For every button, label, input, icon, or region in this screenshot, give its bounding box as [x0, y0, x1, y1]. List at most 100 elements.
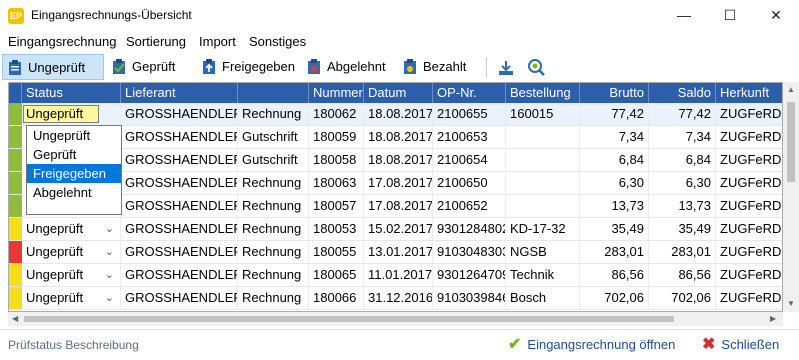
table-row[interactable]: Ungeprüft ⌄ GROSSHAENDLER Rechnung 180055 13.…	[9, 241, 782, 264]
dropdown-option-ungeprueft[interactable]: Ungeprüft	[27, 126, 121, 145]
header-bestellung[interactable]: Bestellung	[506, 83, 580, 103]
cell-brutto: 86,56	[580, 264, 649, 286]
status-description: Prüfstatus Beschreibung	[8, 338, 139, 352]
header-lieferant[interactable]: Lieferant	[121, 83, 238, 103]
header-herkunft[interactable]: Herkunft	[716, 83, 782, 103]
header-nummer[interactable]: Nummer	[309, 83, 364, 103]
table-row[interactable]: Ungeprüft ⌄ GROSSHAENDLER Rechnung 180066 31.…	[9, 287, 782, 310]
toolbar-freigegeben-label: Freigegeben	[222, 59, 295, 74]
table-row[interactable]: Ungeprüft GROSSHAENDLER Rechnung 180062 18.0…	[9, 103, 782, 126]
cell-saldo: 13,73	[649, 195, 716, 217]
dropdown-option-geprueft[interactable]: Geprüft	[27, 145, 121, 164]
scroll-left-arrow-icon[interactable]: ◀	[12, 314, 18, 323]
scroll-down-arrow-icon[interactable]: ▼	[787, 299, 795, 308]
cell-op: 2100653	[433, 126, 506, 148]
table-row[interactable]: GROSSHAENDLER Gutschrift 180059 18.08.2017 2…	[9, 126, 782, 149]
cell-op: 9103048303	[433, 241, 506, 263]
chevron-down-icon[interactable]: ⌄	[105, 218, 114, 240]
open-invoice-button[interactable]: ✔ Eingangsrechnung öffnen	[508, 335, 675, 355]
window-title: Eingangsrechnungs-Übersicht	[31, 8, 192, 22]
menu-sonstiges[interactable]: Sonstiges	[249, 34, 306, 49]
cell-brutto: 6,84	[580, 149, 649, 171]
table-row[interactable]: GROSSHAENDLER Rechnung 180057 17.08.2017 210…	[9, 195, 782, 218]
cell-bestellung	[506, 149, 580, 171]
cell-saldo: 7,34	[649, 126, 716, 148]
cell-brutto: 13,73	[580, 195, 649, 217]
menu-import[interactable]: Import	[199, 34, 236, 49]
horizontal-scrollbar[interactable]: ◀ ▶	[8, 312, 783, 326]
dropdown-option-freigegeben[interactable]: Freigegeben	[27, 164, 121, 183]
cell-art: Rechnung	[238, 287, 309, 309]
clipboard-icon	[9, 60, 21, 75]
table-row[interactable]: GROSSHAENDLER Rechnung 180063 17.08.2017 210…	[9, 172, 782, 195]
cell-bestellung: Bosch	[506, 287, 580, 309]
menu-sortierung[interactable]: Sortierung	[126, 34, 186, 49]
header-status[interactable]: Status	[22, 83, 121, 103]
cell-herkunft: ZUGFeRD	[716, 195, 782, 217]
cell-herkunft: ZUGFeRD	[716, 172, 782, 194]
chevron-down-icon[interactable]: ⌄	[105, 264, 114, 286]
close-button[interactable]: ✖ Schließen	[702, 335, 779, 355]
chevron-down-icon[interactable]: ⌄	[105, 287, 114, 309]
cell-status[interactable]: Ungeprüft ⌄	[22, 218, 121, 240]
scroll-up-arrow-icon[interactable]: ▲	[787, 85, 795, 94]
status-flag	[9, 195, 22, 217]
close-window-button[interactable]: ✕	[753, 0, 799, 31]
cell-brutto: 35,49	[580, 218, 649, 240]
scroll-right-arrow-icon[interactable]: ▶	[770, 314, 776, 323]
header-art[interactable]	[238, 83, 309, 103]
cell-bestellung	[506, 195, 580, 217]
cell-saldo: 702,06	[649, 287, 716, 309]
cell-datum: 17.08.2017	[364, 172, 433, 194]
cell-art: Gutschrift	[238, 126, 309, 148]
header-datum[interactable]: Datum	[364, 83, 433, 103]
cell-status[interactable]: Ungeprüft ⌄	[22, 241, 121, 263]
header-op-nr[interactable]: OP-Nr.	[433, 83, 506, 103]
clipboard-money-icon	[404, 59, 416, 74]
cell-bestellung	[506, 126, 580, 148]
cell-op: 9301284802	[433, 218, 506, 240]
table-row[interactable]: GROSSHAENDLER Gutschrift 180058 18.08.2017 2…	[9, 149, 782, 172]
cell-datum: 17.08.2017	[364, 195, 433, 217]
cell-herkunft: ZUGFeRD	[716, 103, 782, 125]
invoice-grid: Status Lieferant Nummer Datum OP-Nr. Bes…	[8, 82, 783, 312]
cell-status[interactable]: Ungeprüft ⌄	[22, 264, 121, 286]
header-saldo[interactable]: Saldo	[649, 83, 716, 103]
grid-header: Status Lieferant Nummer Datum OP-Nr. Bes…	[9, 83, 782, 103]
header-brutto[interactable]: Brutto	[580, 83, 649, 103]
toolbar-geprueft-label: Geprüft	[132, 59, 176, 74]
download-icon[interactable]	[497, 59, 515, 77]
cell-herkunft: ZUGFeRD	[716, 218, 782, 240]
cell-nummer: 180066	[309, 287, 364, 309]
vertical-scroll-thumb[interactable]	[787, 102, 795, 182]
chevron-down-icon[interactable]: ⌄	[105, 241, 114, 263]
cell-datum: 11.01.2017	[364, 264, 433, 286]
cell-status[interactable]: Ungeprüft	[22, 103, 121, 125]
cell-datum: 18.08.2017	[364, 103, 433, 125]
cell-lieferant: GROSSHAENDLER	[121, 103, 238, 125]
toolbar-ungeprueft-button[interactable]: Ungeprüft	[2, 54, 104, 80]
clipboard-up-icon	[203, 59, 215, 74]
cell-status[interactable]: Ungeprüft ⌄	[22, 287, 121, 309]
minimize-button[interactable]: —	[661, 0, 707, 31]
dropdown-option-abgelehnt[interactable]: Abgelehnt	[27, 183, 121, 202]
cell-bestellung: NGSB	[506, 241, 580, 263]
table-row[interactable]: Ungeprüft ⌄ GROSSHAENDLER Rechnung 180053 15.…	[9, 218, 782, 241]
cell-brutto: 77,42	[580, 103, 649, 125]
table-row[interactable]: Ungeprüft ⌄ GROSSHAENDLER Rechnung 180065 11.…	[9, 264, 782, 287]
cell-datum: 18.08.2017	[364, 149, 433, 171]
menu-eingangsrechnung[interactable]: Eingangsrechnung	[8, 34, 116, 49]
status-select[interactable]: Ungeprüft	[23, 105, 99, 123]
status-flag	[9, 264, 22, 286]
cell-brutto: 7,34	[580, 126, 649, 148]
cell-datum: 13.01.2017	[364, 241, 433, 263]
cell-herkunft: ZUGFeRD	[716, 149, 782, 171]
horizontal-scroll-thumb[interactable]	[24, 316, 674, 322]
status-flag	[9, 218, 22, 240]
search-refresh-icon[interactable]	[527, 58, 546, 77]
vertical-scrollbar[interactable]: ▲ ▼	[783, 82, 799, 312]
maximize-button[interactable]: ☐	[707, 0, 753, 31]
status-dropdown-list[interactable]: Ungeprüft Geprüft Freigegeben Abgelehnt	[26, 125, 122, 215]
cell-bestellung	[506, 172, 580, 194]
cell-herkunft: ZUGFeRD	[716, 287, 782, 309]
